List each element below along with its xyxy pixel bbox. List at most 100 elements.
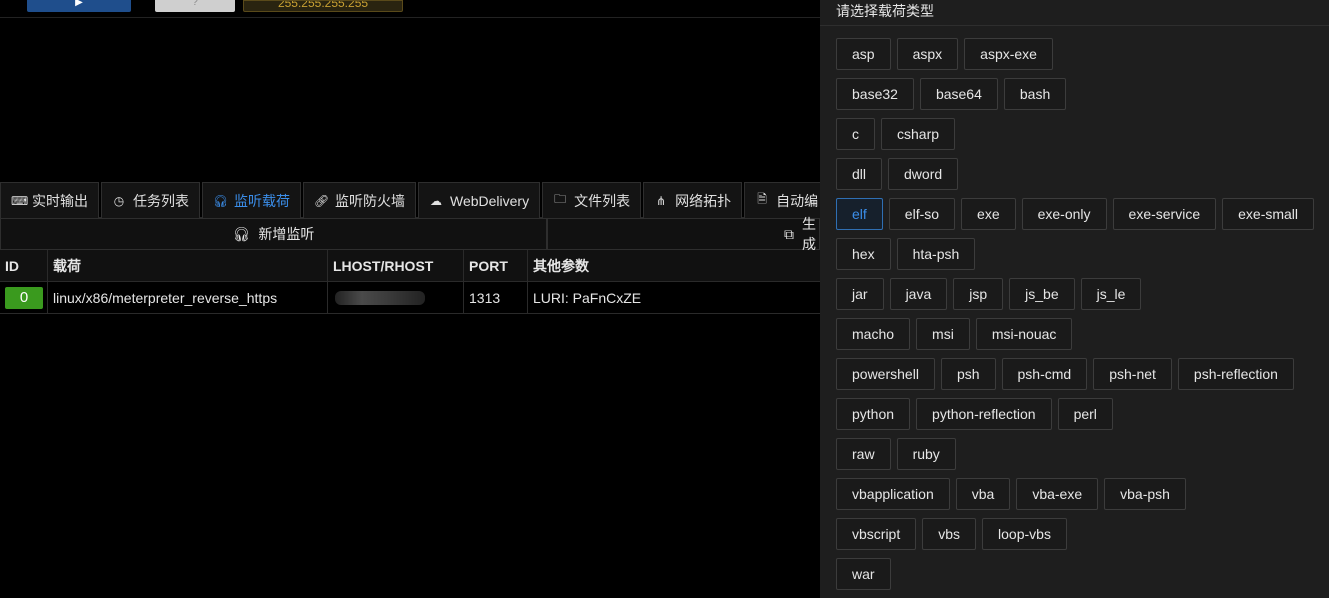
payload-type-option-exe-small[interactable]: exe-small [1222, 198, 1315, 230]
headset-icon: 🎧︎ [213, 193, 229, 208]
row-id-cell: 0 [0, 282, 48, 313]
payload-type-option-loop-vbs[interactable]: loop-vbs [982, 518, 1067, 550]
folder-icon: 🗀 [554, 192, 567, 206]
row-port-cell: 1313 [464, 282, 528, 313]
payload-type-option-vba-exe[interactable]: vba-exe [1016, 478, 1099, 510]
payload-type-row: jar java jsp js_be js_le [836, 278, 1329, 310]
payload-type-option-macho[interactable]: macho [836, 318, 911, 350]
payload-type-panel: 请选择载荷类型 asp aspx aspx-exe base32 base64 bash c… [820, 0, 1329, 598]
tab-label: 监听防火墙 [335, 192, 405, 209]
cloud-icon: ☁ [430, 193, 442, 208]
payload-type-option-hta-psh[interactable]: hta-psh [896, 238, 976, 270]
payload-type-option-python[interactable]: python [836, 398, 911, 430]
payload-type-option-python-reflection[interactable]: python-reflection [916, 398, 1052, 430]
clock-icon: ◷ [113, 193, 125, 208]
col-header-port[interactable]: PORT [464, 250, 528, 281]
tab-label: 监听载荷 [234, 192, 290, 209]
tab-0[interactable]: ⌨ 实时输出 [0, 182, 99, 218]
document-icon: 🗎 [757, 192, 767, 206]
payload-type-option-elf[interactable]: elf [836, 198, 883, 230]
payload-type-option-vba[interactable]: vba [955, 478, 1011, 510]
col-header-payload[interactable]: 载荷 [48, 250, 328, 281]
payload-type-row: war [836, 558, 1329, 590]
listener-table: ID 载荷 LHOST/RHOST PORT 其他参数 0 linux/x86/… [0, 250, 820, 314]
payload-type-option-exe[interactable]: exe [961, 198, 1016, 230]
col-header-id[interactable]: ID [0, 250, 48, 281]
payload-type-option-ruby[interactable]: ruby [896, 438, 956, 470]
payload-type-option-hex[interactable]: hex [836, 238, 891, 270]
tab-6[interactable]: ⋔ 网络拓扑 [643, 182, 743, 218]
payload-type-option-csharp[interactable]: csharp [881, 118, 956, 150]
payload-type-option-psh-cmd[interactable]: psh-cmd [1001, 358, 1088, 390]
payload-type-option-dll[interactable]: dll [836, 158, 883, 190]
payload-type-option-js_be[interactable]: js_be [1009, 278, 1075, 310]
payload-type-option-elf-so[interactable]: elf-so [888, 198, 956, 230]
col-header-other[interactable]: 其他参数 [528, 250, 820, 281]
payload-type-option-js_le[interactable]: js_le [1080, 278, 1142, 310]
payload-type-row: vbscript vbs loop-vbs [836, 518, 1329, 550]
help-button[interactable]: ? [155, 0, 235, 12]
payload-type-option-raw[interactable]: raw [836, 438, 891, 470]
payload-type-row: raw ruby [836, 438, 1329, 470]
payload-type-option-psh-reflection[interactable]: psh-reflection [1177, 358, 1294, 390]
payload-type-option-dword[interactable]: dword [888, 158, 959, 190]
payload-type-option-perl[interactable]: perl [1057, 398, 1113, 430]
generate-button[interactable]: ⧉ 生成 [547, 216, 820, 252]
redacted-host [335, 290, 425, 305]
payload-type-option-vba-psh[interactable]: vba-psh [1104, 478, 1186, 510]
payload-type-list: asp aspx aspx-exe base32 base64 bash c csharp dl… [820, 26, 1329, 590]
payload-type-row: vbapplication vba vba-exe vba-psh [836, 478, 1329, 510]
payload-type-option-psh-net[interactable]: psh-net [1093, 358, 1172, 390]
payload-type-option-base32[interactable]: base32 [836, 78, 914, 110]
payload-type-option-aspx[interactable]: aspx [896, 38, 959, 70]
col-header-host[interactable]: LHOST/RHOST [328, 250, 464, 281]
payload-type-option-msi[interactable]: msi [916, 318, 970, 350]
payload-type-row: hex hta-psh [836, 238, 1329, 270]
tab-7[interactable]: 🗎 自动编 [744, 182, 830, 218]
add-listener-label: 新增监听 [258, 226, 315, 242]
add-listener-button[interactable]: 🎧︎ 新增监听 [0, 218, 547, 250]
tab-3[interactable]: 🔗︎ 监听防火墙 [303, 182, 416, 218]
payload-type-option-jsp[interactable]: jsp [953, 278, 1004, 310]
payload-type-option-java[interactable]: java [889, 278, 948, 310]
payload-type-option-exe-only[interactable]: exe-only [1021, 198, 1107, 230]
payload-type-option-war[interactable]: war [836, 558, 891, 590]
payload-type-row: c csharp [836, 118, 1329, 150]
top-toolbar: ▶ ? 255.255.255.255 [0, 0, 820, 18]
payload-type-option-vbapplication[interactable]: vbapplication [836, 478, 950, 510]
payload-type-option-psh[interactable]: psh [940, 358, 996, 390]
tab-1[interactable]: ◷ 任务列表 [101, 182, 200, 218]
payload-type-option-jar[interactable]: jar [836, 278, 884, 310]
payload-type-option-exe-service[interactable]: exe-service [1112, 198, 1217, 230]
payload-type-option-aspx-exe[interactable]: aspx-exe [964, 38, 1053, 70]
payload-type-row: macho msi msi-nouac [836, 318, 1329, 350]
main-tabs: ⌨ 实时输出 ◷ 任务列表 🎧︎ 监听载荷 🔗︎ 监听防火墙 ☁ WebDelivery 🗀 文件列表… [0, 182, 830, 218]
payload-type-option-c[interactable]: c [836, 118, 875, 150]
payload-type-option-powershell[interactable]: powershell [836, 358, 935, 390]
payload-type-option-vbs[interactable]: vbs [922, 518, 977, 550]
tab-2[interactable]: 🎧︎ 监听载荷 [202, 182, 301, 218]
copy-icon: ⧉ [784, 225, 794, 242]
payload-type-option-asp[interactable]: asp [836, 38, 891, 70]
tab-4[interactable]: ☁ WebDelivery [418, 182, 541, 218]
generate-label: 生成 [802, 216, 816, 252]
table-row[interactable]: 0 linux/x86/meterpreter_reverse_https 13… [0, 282, 820, 314]
tab-label: 网络拓扑 [675, 192, 732, 209]
payload-type-row: asp aspx aspx-exe [836, 38, 1329, 70]
run-button[interactable]: ▶ [27, 0, 131, 12]
payload-type-option-vbscript[interactable]: vbscript [836, 518, 917, 550]
network-icon: ⋔ [656, 193, 667, 208]
panel-title: 请选择载荷类型 [820, 0, 1329, 26]
payload-type-row: dll dword [836, 158, 1329, 190]
ip-address-field[interactable]: 255.255.255.255 [243, 0, 403, 12]
row-payload-cell: linux/x86/meterpreter_reverse_https [48, 282, 328, 313]
payload-type-option-bash[interactable]: bash [1003, 78, 1067, 110]
payload-type-option-msi-nouac[interactable]: msi-nouac [975, 318, 1073, 350]
tab-label: WebDelivery [450, 192, 530, 209]
headset-icon: 🎧︎ [232, 225, 251, 242]
link-icon: 🔗︎ [314, 193, 330, 208]
tab-5[interactable]: 🗀 文件列表 [542, 182, 642, 218]
payload-type-option-base64[interactable]: base64 [919, 78, 998, 110]
listener-action-bar: 🎧︎ 新增监听 ⧉ 生成 [0, 216, 820, 252]
id-badge[interactable]: 0 [5, 286, 43, 309]
